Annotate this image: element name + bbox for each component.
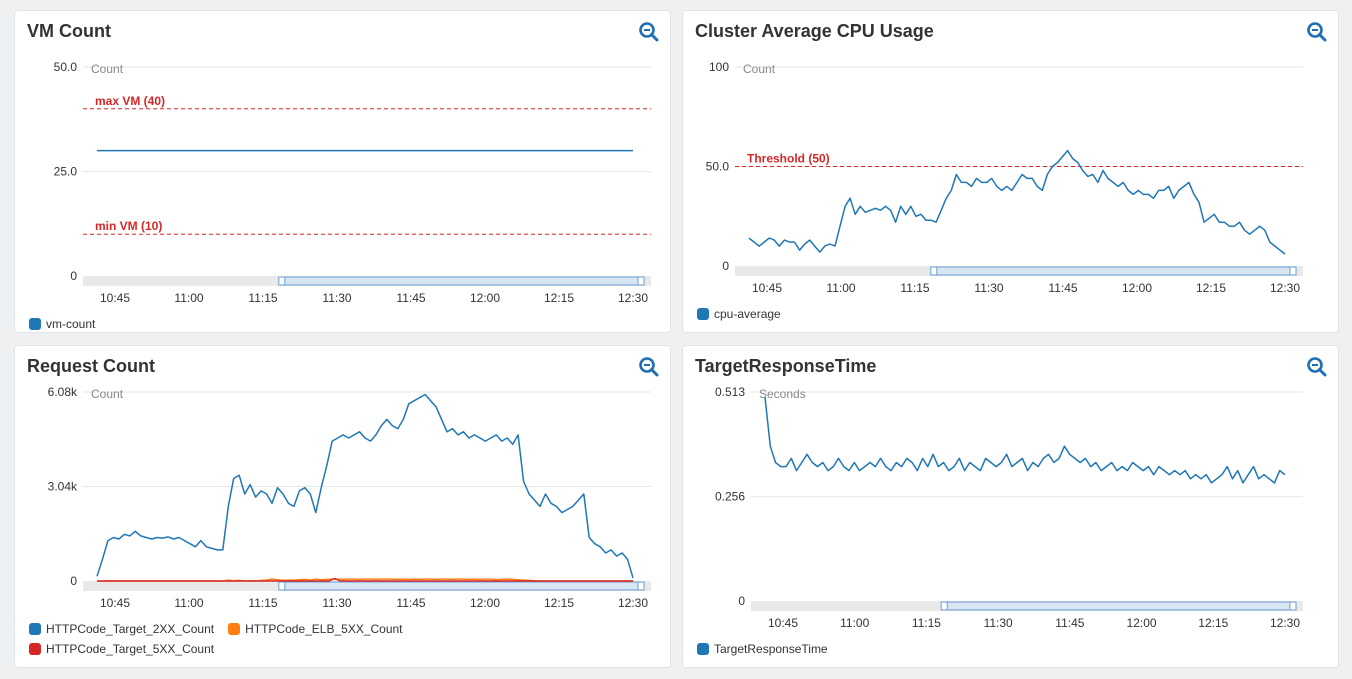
y-tick-label: 0 <box>722 259 729 273</box>
x-tick-label: 11:45 <box>1048 281 1077 295</box>
line-chart: 0 50.0 100 Count Threshold (50) 10:45 11:00 11:… <box>706 60 1303 295</box>
x-tick-label: 11:30 <box>974 281 1003 295</box>
y-tick-label: 50.0 <box>706 160 730 174</box>
x-tick-label: 11:45 <box>396 291 425 305</box>
y-axis-label: Seconds <box>759 387 806 401</box>
range-handle[interactable] <box>278 581 286 591</box>
chart-legend: HTTPCode_Target_2XX_Count HTTPCode_ELB_5X… <box>29 619 417 659</box>
y-tick-label: 6.08k <box>48 385 78 399</box>
y-tick-label: 0 <box>70 269 77 283</box>
y-tick-label: 0.256 <box>715 490 745 504</box>
x-tick-label: 12:00 <box>470 291 500 305</box>
threshold-label: max VM (40) <box>95 94 165 108</box>
x-tick-label: 10:45 <box>100 291 130 305</box>
y-tick-label: 0 <box>738 594 745 608</box>
y-tick-label: 100 <box>709 60 729 74</box>
x-tick-label: 12:30 <box>618 291 648 305</box>
range-handle[interactable] <box>637 276 645 286</box>
legend-swatch <box>697 308 709 320</box>
chart-legend: vm-count <box>29 314 95 334</box>
time-range-selector[interactable] <box>943 601 1294 611</box>
x-tick-label: 11:45 <box>396 596 425 610</box>
x-tick-label: 12:00 <box>470 596 500 610</box>
x-tick-label: 10:45 <box>100 596 130 610</box>
y-tick-label: 25.0 <box>54 165 78 179</box>
legend-row: HTTPCode_Target_2XX_Count HTTPCode_ELB_5X… <box>29 619 417 639</box>
series-line <box>764 397 1286 484</box>
x-tick-label: 12:15 <box>1196 281 1226 295</box>
x-tick-label: 11:45 <box>1055 616 1084 630</box>
x-tick-label: 11:15 <box>912 616 941 630</box>
chart-panel: Cluster Average CPU Usage 0 50.0 100 Count Th… <box>682 10 1339 333</box>
chart-legend: TargetResponseTime <box>697 639 828 659</box>
legend-swatch <box>29 318 41 330</box>
range-handle[interactable] <box>637 581 645 591</box>
x-tick-label: 11:15 <box>248 291 277 305</box>
legend-swatch <box>29 643 41 655</box>
range-handle[interactable] <box>1289 601 1297 611</box>
x-tick-label: 11:00 <box>174 596 203 610</box>
range-handle[interactable] <box>940 601 948 611</box>
x-tick-label: 11:30 <box>322 596 351 610</box>
x-tick-label: 11:30 <box>322 291 351 305</box>
x-tick-label: 11:00 <box>840 616 869 630</box>
legend-swatch <box>697 643 709 655</box>
legend-label: cpu-average <box>714 307 781 321</box>
time-range-selector[interactable] <box>933 266 1294 276</box>
legend-label: HTTPCode_ELB_5XX_Count <box>245 622 403 636</box>
legend-label: HTTPCode_Target_5XX_Count <box>46 642 215 656</box>
legend-label: vm-count <box>46 317 96 331</box>
y-axis-label: Count <box>91 62 124 76</box>
x-tick-label: 10:45 <box>768 616 798 630</box>
threshold-label: min VM (10) <box>95 219 162 233</box>
range-handle[interactable] <box>930 266 938 276</box>
time-range-selector[interactable] <box>281 276 642 286</box>
x-tick-label: 12:15 <box>544 596 574 610</box>
x-tick-label: 12:00 <box>1122 281 1152 295</box>
x-tick-label: 12:15 <box>544 291 574 305</box>
legend-swatch <box>29 623 41 635</box>
chart-panel: TargetResponseTime 0 0.256 0.513 Seconds 10:4… <box>682 345 1339 668</box>
threshold-label: Threshold (50) <box>747 152 830 166</box>
legend-item[interactable]: HTTPCode_ELB_5XX_Count <box>228 619 403 639</box>
y-tick-label: 0 <box>70 574 77 588</box>
legend-label: TargetResponseTime <box>714 642 828 656</box>
x-tick-label: 12:30 <box>618 596 648 610</box>
x-tick-label: 10:45 <box>752 281 782 295</box>
y-axis-label: Count <box>91 387 124 401</box>
legend-item[interactable]: HTTPCode_Target_5XX_Count <box>29 639 417 659</box>
chart-panel: Request Count 0 3.04k 6.08k Count 10:45 11:00 1… <box>14 345 671 668</box>
y-tick-label: 0.513 <box>715 385 745 399</box>
time-range-selector[interactable] <box>281 581 642 591</box>
x-tick-label: 11:15 <box>900 281 929 295</box>
x-tick-label: 11:15 <box>248 596 277 610</box>
range-handle[interactable] <box>278 276 286 286</box>
chart-legend: cpu-average <box>697 304 781 324</box>
x-tick-label: 12:15 <box>1198 616 1228 630</box>
range-handle[interactable] <box>1289 266 1297 276</box>
x-tick-label: 11:30 <box>984 616 1013 630</box>
legend-label: HTTPCode_Target_2XX_Count <box>46 622 215 636</box>
line-chart: 0 0.256 0.513 Seconds 10:45 11:00 11:15 11:30 11… <box>715 385 1303 630</box>
y-tick-label: 50.0 <box>54 60 78 74</box>
chart-panel: VM Count 0 25.0 50.0 Count max VM (40) min VM … <box>14 10 671 333</box>
line-chart: 0 25.0 50.0 Count max VM (40) min VM (10) 10:4… <box>54 60 651 305</box>
legend-item[interactable]: HTTPCode_Target_2XX_Count <box>29 619 214 639</box>
x-tick-label: 12:30 <box>1270 281 1300 295</box>
x-tick-label: 12:00 <box>1127 616 1157 630</box>
legend-item[interactable]: vm-count <box>29 314 95 334</box>
x-tick-label: 11:00 <box>826 281 855 295</box>
x-tick-label: 12:30 <box>1270 616 1300 630</box>
y-axis-label: Count <box>743 62 776 76</box>
legend-swatch <box>228 623 241 635</box>
y-tick-label: 3.04k <box>48 480 78 494</box>
x-tick-label: 11:00 <box>174 291 203 305</box>
legend-item[interactable]: cpu-average <box>697 304 781 324</box>
legend-item[interactable]: TargetResponseTime <box>697 639 828 659</box>
